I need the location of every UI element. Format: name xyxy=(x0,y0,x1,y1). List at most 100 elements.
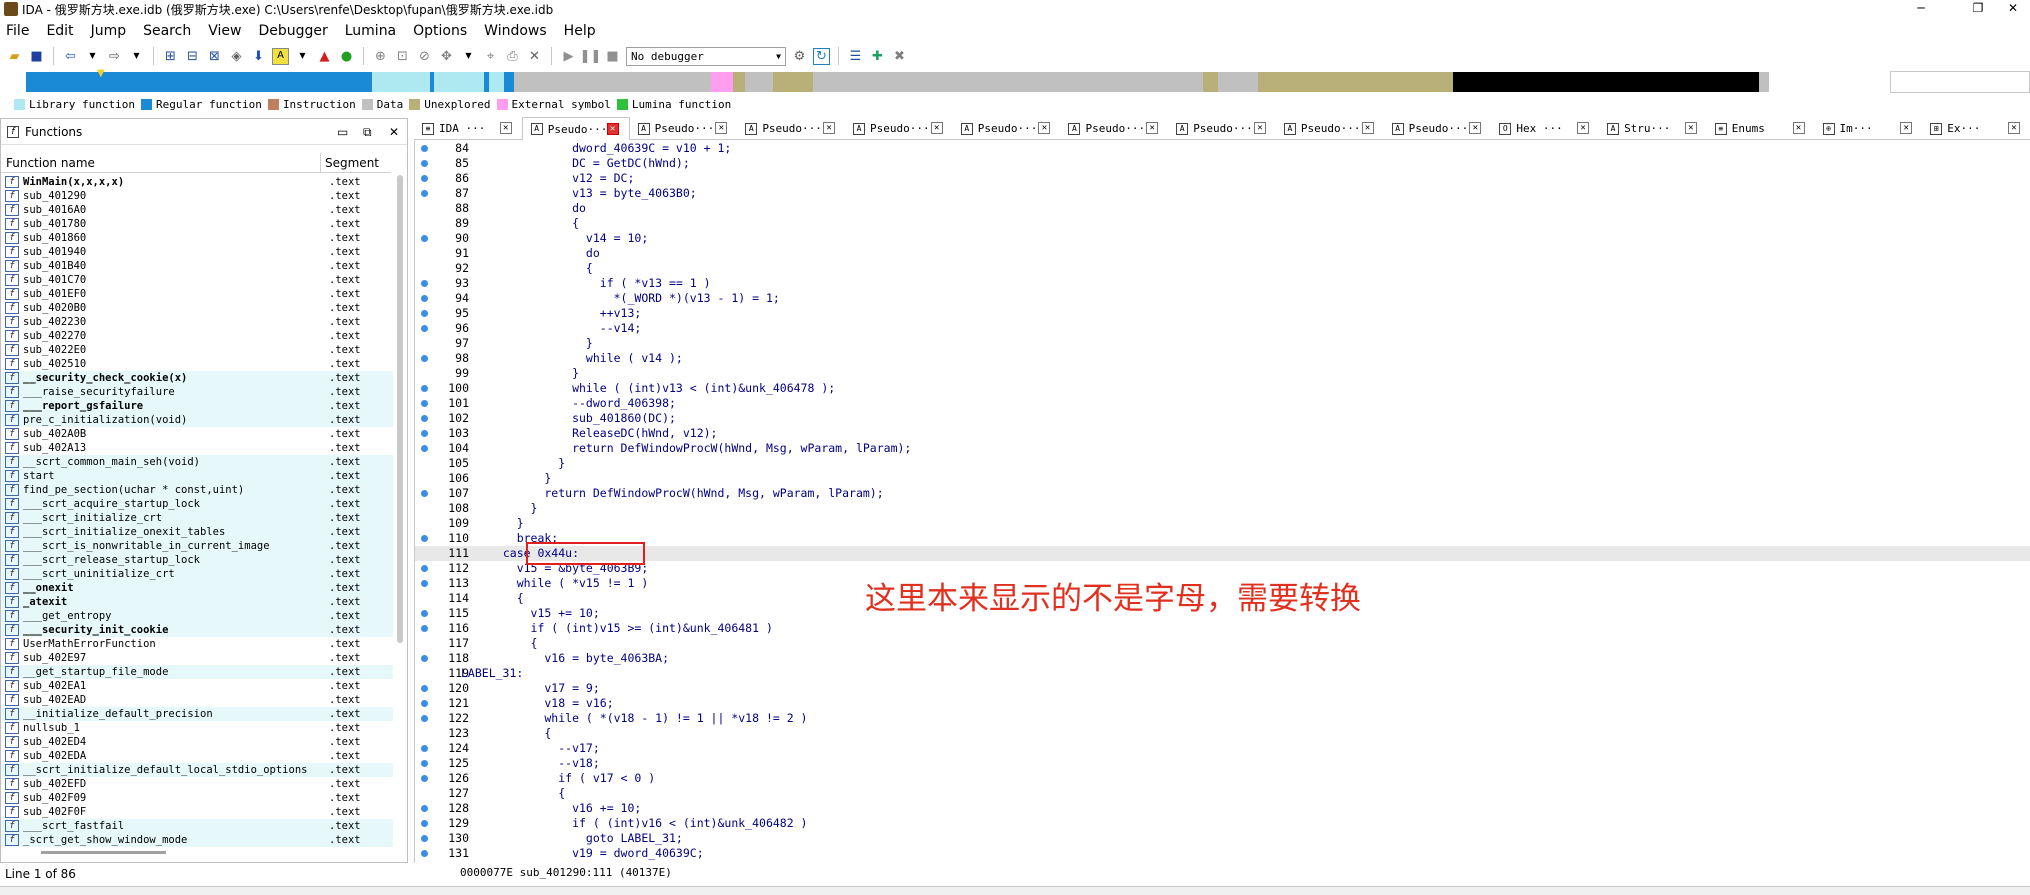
function-row[interactable]: f __onexit .text xyxy=(1,581,393,595)
tab-close-icon[interactable]: ✕ xyxy=(1361,122,1374,134)
close-button[interactable]: ✕ xyxy=(1990,0,2030,18)
tab-close-icon[interactable]: ✕ xyxy=(1792,122,1805,134)
code-line[interactable]: 88 do xyxy=(415,201,2030,216)
code-line[interactable]: 89 { xyxy=(415,216,2030,231)
code-line[interactable]: 127 { xyxy=(415,786,2030,801)
function-row[interactable]: f sub_402EAD .text xyxy=(1,693,393,707)
debugger-options-icon[interactable]: ⚙ xyxy=(791,48,808,65)
graph-add-icon[interactable]: ⊕ xyxy=(372,48,389,65)
code-line[interactable]: 96 --v14; xyxy=(415,321,2030,336)
code-line[interactable]: 105 } xyxy=(415,456,2030,471)
dropdown-chevron-icon[interactable]: ▼ xyxy=(294,48,311,65)
code-line[interactable]: 125 --v18; xyxy=(415,756,2030,771)
breakpoint-dot-icon[interactable] xyxy=(421,610,428,617)
tab-close-icon[interactable]: ✕ xyxy=(1038,122,1051,134)
tab-close-icon[interactable]: ✕ xyxy=(1684,122,1697,134)
code-line[interactable]: 129 if ( (int)v16 < (int)&unk_406482 ) xyxy=(415,816,2030,831)
dropdown-chevron-icon[interactable]: ▼ xyxy=(84,48,101,65)
code-line[interactable]: 87 v13 = byte_4063B0; xyxy=(415,186,2030,201)
function-row[interactable]: f __initialize_default_precision .text xyxy=(1,707,393,721)
breakpoint-dot-icon[interactable] xyxy=(421,490,428,497)
function-row[interactable]: f find_pe_section(uchar * const,uint) .tex… xyxy=(1,483,393,497)
function-row[interactable]: f UserMathErrorFunction .text xyxy=(1,637,393,651)
code-line[interactable]: 119 LABEL_31: xyxy=(415,666,2030,681)
breakpoint-dot-icon[interactable] xyxy=(421,430,428,437)
dropdown-chevron-icon[interactable]: ▼ xyxy=(128,48,145,65)
tab-enums[interactable]: ≡ Enums ✕ xyxy=(1707,117,1815,140)
tab-pseudo[interactable]: A Pseudo··· ✕ xyxy=(845,117,953,140)
breakpoint-dot-icon[interactable] xyxy=(421,625,428,632)
tab-close-icon[interactable]: ✕ xyxy=(499,122,512,134)
breakpoint-dot-icon[interactable] xyxy=(421,145,428,152)
function-row[interactable]: f sub_401940 .text xyxy=(1,245,393,259)
function-row[interactable]: f pre_c_initialization(void) .text xyxy=(1,413,393,427)
breakpoint-dot-icon[interactable] xyxy=(421,355,428,362)
menu-search[interactable]: Search xyxy=(143,23,191,39)
column-segment[interactable]: Segment xyxy=(321,153,379,172)
function-row[interactable]: f nullsub_1 .text xyxy=(1,721,393,735)
pseudocode-view[interactable]: 84 dword_40639C = v10 + 1; 85 DC = GetDC(… xyxy=(414,141,2030,863)
function-row[interactable]: f sub_402EDA .text xyxy=(1,749,393,763)
function-row[interactable]: f sub_402A13 .text xyxy=(1,441,393,455)
strings-icon[interactable]: A xyxy=(272,47,289,65)
jump-down-icon[interactable]: ⬇ xyxy=(250,48,267,65)
breakpoint-dot-icon[interactable] xyxy=(421,400,428,407)
breakpoint-dot-icon[interactable] xyxy=(421,820,428,827)
minimize-button[interactable]: ─ xyxy=(1898,0,1944,18)
breakpoint-dot-icon[interactable] xyxy=(421,565,428,572)
tab-pseudo[interactable]: A Pseudo··· ✕ xyxy=(737,117,845,140)
code-line[interactable]: 97 } xyxy=(415,336,2030,351)
clear-trace-icon[interactable]: ✖ xyxy=(891,48,908,65)
menu-lumina[interactable]: Lumina xyxy=(345,23,396,39)
breakpoint-dot-icon[interactable] xyxy=(421,760,428,767)
function-row[interactable]: f _scrt_get_show_window_mode .text xyxy=(1,833,393,847)
function-row[interactable]: f ___security_init_cookie .text xyxy=(1,623,393,637)
tab-pseudo[interactable]: A Pseudo··· ✕ xyxy=(521,117,630,140)
tab-pseudo[interactable]: A Pseudo··· ✕ xyxy=(1060,117,1168,140)
menu-windows[interactable]: Windows xyxy=(484,23,547,39)
tab-ida[interactable]: ≡ IDA ··· ✕ xyxy=(414,117,522,140)
function-row[interactable]: f sub_4020B0 .text xyxy=(1,301,393,315)
function-row[interactable]: f ___raise_securityfailure .text xyxy=(1,385,393,399)
code-line[interactable]: 90 v14 = 10; xyxy=(415,231,2030,246)
patch-icon[interactable]: ◈ xyxy=(228,48,245,65)
function-row[interactable]: f ___scrt_is_nonwritable_in_current_image… xyxy=(1,539,393,553)
tab-close-icon[interactable]: ✕ xyxy=(715,122,728,134)
code-line[interactable]: 101 --dword_406398; xyxy=(415,396,2030,411)
function-row[interactable]: f ___scrt_uninitialize_crt .text xyxy=(1,567,393,581)
code-line[interactable]: 110 break; xyxy=(415,531,2030,546)
save-icon[interactable]: ■ xyxy=(28,48,45,65)
navigation-band[interactable]: ▼ xyxy=(26,68,1869,92)
breakpoint-dot-icon[interactable] xyxy=(421,700,428,707)
code-line[interactable]: 107 return DefWindowProcW(hWnd, Msg, wPa… xyxy=(415,486,2030,501)
breakpoint-dot-icon[interactable] xyxy=(421,235,428,242)
function-row[interactable]: f sub_401EF0 .text xyxy=(1,287,393,301)
code-line[interactable]: 111 case 0x44u: xyxy=(415,546,2030,561)
tab-close-icon[interactable]: ✕ xyxy=(1469,122,1482,134)
graph-node-icon[interactable]: ⊡ xyxy=(394,48,411,65)
text-search-icon[interactable]: ⊟ xyxy=(184,48,201,65)
menu-debugger[interactable]: Debugger xyxy=(258,23,327,39)
function-row[interactable]: f sub_401860 .text xyxy=(1,231,393,245)
tab-close-icon[interactable]: ✕ xyxy=(823,122,836,134)
code-line[interactable]: 118 v16 = byte_4063BA; xyxy=(415,651,2030,666)
code-line[interactable]: 85 DC = GetDC(hWnd); xyxy=(415,156,2030,171)
function-row[interactable]: f ___scrt_fastfail .text xyxy=(1,819,393,833)
code-line[interactable]: 104 return DefWindowProcW(hWnd, Msg, wPa… xyxy=(415,441,2030,456)
search-next-icon[interactable]: ⊠ xyxy=(206,48,223,65)
breakpoint-dot-icon[interactable] xyxy=(421,850,428,857)
code-line[interactable]: 122 while ( *(v18 - 1) != 1 || *v18 != 2… xyxy=(415,711,2030,726)
breakpoint-dot-icon[interactable] xyxy=(421,835,428,842)
code-line[interactable]: 106 } xyxy=(415,471,2030,486)
function-row[interactable]: f sub_401B40 .text xyxy=(1,259,393,273)
code-line[interactable]: 109 } xyxy=(415,516,2030,531)
code-line[interactable]: 91 do xyxy=(415,246,2030,261)
functions-horizontal-scrollbar[interactable] xyxy=(41,851,166,854)
tab-pseudo[interactable]: A Pseudo··· ✕ xyxy=(1276,117,1384,140)
graph-print-icon[interactable]: ⎙ xyxy=(504,48,521,65)
column-function-name[interactable]: Function name xyxy=(1,153,321,172)
code-line[interactable]: 95 ++v13; xyxy=(415,306,2030,321)
code-line[interactable]: 128 v16 += 10; xyxy=(415,801,2030,816)
panel-float-icon[interactable]: ⧉ xyxy=(363,125,372,140)
breakpoint-dot-icon[interactable] xyxy=(421,445,428,452)
